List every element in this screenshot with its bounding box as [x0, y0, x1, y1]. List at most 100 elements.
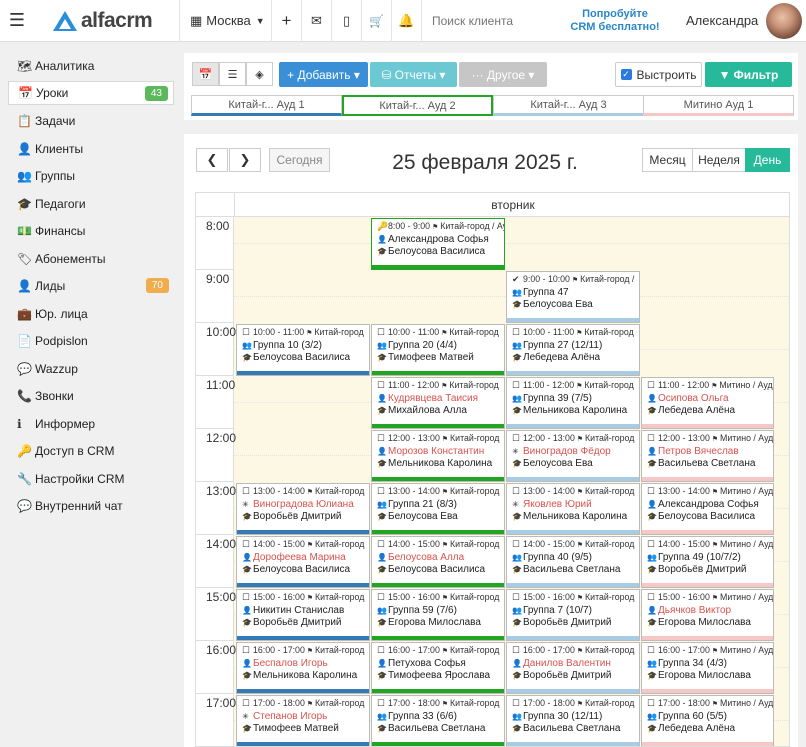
lesson-card[interactable]: ☐ 14:00 - 15:00 ⚑ Китай-город 👤Дорофеева М… — [236, 536, 370, 588]
lesson-card[interactable]: ☐ 17:00 - 18:00 ⚑ Митино / Ауд 👥Группа 60 … — [641, 695, 774, 746]
lesson-card[interactable]: ☐ 10:00 - 11:00 ⚑ Китай-город 👥Группа 27 (… — [506, 324, 640, 376]
search-input[interactable] — [432, 13, 550, 28]
sidebar-item-15[interactable]: 🔧 Настройки CRM — [8, 467, 174, 491]
calendar-view-button[interactable]: 📅 — [192, 62, 219, 86]
list-view-button[interactable]: ☰ — [219, 62, 246, 86]
lesson-teacher[interactable]: Белоусова Василиса — [388, 246, 485, 257]
lesson-participant[interactable]: Данилов Валентин — [523, 658, 611, 669]
lesson-card[interactable]: ☐ 16:00 - 17:00 ⚑ Китай-город 👤Петухова Со… — [371, 642, 505, 694]
lesson-participant[interactable]: Группа 20 (4/4) — [388, 340, 457, 351]
lesson-teacher[interactable]: Васильева Светлана — [388, 723, 485, 734]
lesson-teacher[interactable]: Тимофеев Матвей — [388, 352, 474, 363]
layers-view-button[interactable]: ◈ — [246, 62, 273, 86]
sidebar-item-6[interactable]: 💵 Финансы — [8, 219, 174, 243]
prev-day-button[interactable]: ❮ — [196, 148, 228, 172]
lesson-teacher[interactable]: Мельникова Каролина — [523, 405, 627, 416]
lesson-teacher[interactable]: Мельникова Каролина — [388, 458, 492, 469]
lesson-teacher[interactable]: Белоусова Ева — [523, 458, 593, 469]
add-icon[interactable]: + — [272, 0, 302, 42]
lesson-card[interactable]: ☐ 15:00 - 16:00 ⚑ Китай-город 👥Группа 7 (1… — [506, 589, 640, 641]
lesson-teacher[interactable]: Белоусова Василиса — [658, 511, 755, 522]
month-view-button[interactable]: Месяц — [642, 148, 693, 172]
lesson-participant[interactable]: Группа 47 — [523, 287, 569, 298]
lesson-card[interactable]: ☐ 15:00 - 16:00 ⚑ Китай-город 👤Никитин Ста… — [236, 589, 370, 641]
sidebar-item-4[interactable]: 👥 Группы — [8, 164, 174, 188]
sidebar-item-0[interactable]: 🗺 Аналитика — [8, 54, 174, 78]
lesson-participant[interactable]: Виноградова Юлиана — [253, 499, 354, 510]
lesson-card[interactable]: ☐ 13:00 - 14:00 ⚑ Китай-город 👥Группа 21 (… — [371, 483, 505, 535]
lesson-card[interactable]: 🔑8:00 - 9:00 ⚑ Китай-город / Ау 👤Александ… — [371, 218, 505, 270]
lesson-card[interactable]: ☐ 17:00 - 18:00 ⚑ Китай-город ✳ Степанов Иг… — [236, 695, 370, 746]
lesson-card[interactable]: ☐ 17:00 - 18:00 ⚑ Китай-город 👥Группа 33 (… — [371, 695, 505, 746]
lesson-card[interactable]: ☐ 14:00 - 15:00 ⚑ Митино / Ауд 👥Группа 49 … — [641, 536, 774, 588]
lesson-participant[interactable]: Группа 59 (7/6) — [388, 605, 457, 616]
lesson-participant[interactable]: Яковлев Юрий — [523, 499, 592, 510]
sidebar-item-10[interactable]: 📄 Podpislon — [8, 329, 174, 353]
room-tab-0[interactable]: Китай-г... Ауд 1 — [191, 95, 342, 116]
lesson-teacher[interactable]: Лебедева Алёна — [658, 723, 735, 734]
lesson-card[interactable]: ✔ 9:00 - 10:00 ⚑ Китай-город / 👥Группа 47 🎓… — [506, 271, 640, 323]
menu-icon[interactable]: ☰ — [0, 0, 34, 42]
avatar[interactable] — [766, 2, 803, 39]
sidebar-item-12[interactable]: 📞 Звонки — [8, 384, 174, 408]
lesson-card[interactable]: ☐ 13:00 - 14:00 ⚑ Китай-город ✳ Виноградова… — [236, 483, 370, 535]
lesson-card[interactable]: ☐ 12:00 - 13:00 ⚑ Китай-город 👤Морозов Кон… — [371, 430, 505, 482]
lesson-participant[interactable]: Петухова Софья — [388, 658, 466, 669]
week-view-button[interactable]: Неделя — [692, 148, 746, 172]
lesson-participant[interactable]: Группа 33 (6/6) — [388, 711, 457, 722]
lesson-card[interactable]: ☐ 10:00 - 11:00 ⚑ Китай-город 👥Группа 10 (… — [236, 324, 370, 376]
lesson-teacher[interactable]: Белоусова Василиса — [253, 352, 350, 363]
lesson-participant[interactable]: Группа 49 (10/7/2) — [658, 552, 741, 563]
sidebar-item-3[interactable]: 👤 Клиенты — [8, 137, 174, 161]
lesson-teacher[interactable]: Воробьёв Дмитрий — [658, 564, 747, 575]
lesson-participant[interactable]: Петров Вячеслав — [658, 446, 739, 457]
lesson-participant[interactable]: Дорофеева Марина — [253, 552, 346, 563]
lesson-teacher[interactable]: Воробьёв Дмитрий — [523, 617, 612, 628]
lesson-card[interactable]: ☐ 11:00 - 12:00 ⚑ Китай-город 👥Группа 39 (… — [506, 377, 640, 429]
lesson-participant[interactable]: Группа 7 (10/7) — [523, 605, 592, 616]
lesson-participant[interactable]: Виноградов Фёдор — [523, 446, 611, 457]
lesson-participant[interactable]: Морозов Константин — [388, 446, 484, 457]
sidebar-item-1[interactable]: 📅 Уроки 43 — [8, 81, 174, 105]
lesson-card[interactable]: ☐ 13:00 - 14:00 ⚑ Китай-город ✳ Яковлев Юри… — [506, 483, 640, 535]
filter-button[interactable]: ▼ Фильтр — [705, 62, 792, 87]
lesson-participant[interactable]: Кудрявцева Таисия — [388, 393, 478, 404]
lesson-participant[interactable]: Степанов Игорь — [253, 711, 327, 722]
lesson-teacher[interactable]: Белоусова Ева — [523, 299, 593, 310]
lesson-teacher[interactable]: Егорова Милослава — [658, 670, 751, 681]
lesson-teacher[interactable]: Васильева Светлана — [523, 564, 620, 575]
lesson-participant[interactable]: Группа 34 (4/3) — [658, 658, 727, 669]
next-day-button[interactable]: ❯ — [229, 148, 261, 172]
search-box[interactable] — [422, 0, 550, 42]
user-name[interactable]: Александра — [686, 13, 758, 28]
lesson-teacher[interactable]: Лебедева Алёна — [523, 352, 600, 363]
lesson-teacher[interactable]: Белоусова Василиса — [388, 564, 485, 575]
sidebar-item-8[interactable]: 👤 Лиды 70 — [8, 274, 174, 298]
lesson-participant[interactable]: Группа 40 (9/5) — [523, 552, 592, 563]
lesson-teacher[interactable]: Воробьёв Дмитрий — [253, 617, 342, 628]
add-button[interactable]: + Добавить ▾ — [279, 62, 368, 87]
room-tab-1[interactable]: Китай-г... Ауд 2 — [342, 95, 493, 116]
lesson-card[interactable]: ☐ 11:00 - 12:00 ⚑ Китай-город 👤Кудрявцева … — [371, 377, 505, 429]
sidebar-item-7[interactable]: 🏷 Абонементы — [8, 247, 174, 271]
checkbox-icon[interactable]: ✓ — [620, 69, 632, 80]
lesson-card[interactable]: ☐ 16:00 - 17:00 ⚑ Китай-город 👤Беспалов Иг… — [236, 642, 370, 694]
lesson-participant[interactable]: Группа 10 (3/2) — [253, 340, 322, 351]
lesson-teacher[interactable]: Мельникова Каролина — [253, 670, 357, 681]
cart-icon[interactable]: 🛒 — [362, 0, 392, 42]
lesson-card[interactable]: ☐ 11:00 - 12:00 ⚑ Митино / Ауд 👤Осипова Ол… — [641, 377, 774, 429]
bell-icon[interactable]: 🔔 — [392, 0, 422, 42]
sidebar-item-13[interactable]: ℹ Информер — [8, 412, 174, 436]
reports-button[interactable]: ⛁ Отчеты ▾ — [370, 62, 457, 87]
lesson-teacher[interactable]: Егорова Милослава — [388, 617, 481, 628]
lesson-participant[interactable]: Беспалов Игорь — [253, 658, 328, 669]
try-free-link[interactable]: Попробуйте CRM бесплатно! — [550, 8, 680, 34]
lesson-card[interactable]: ☐ 14:00 - 15:00 ⚑ Китай-город 👤Белоусова А… — [371, 536, 505, 588]
city-select[interactable]: ▦ Москва ▼ — [180, 0, 272, 42]
lesson-teacher[interactable]: Белоусова Ева — [388, 511, 458, 522]
lesson-teacher[interactable]: Егорова Милослава — [658, 617, 751, 628]
other-button[interactable]: ··· Другое ▾ — [459, 62, 547, 87]
lesson-participant[interactable]: Дьячков Виктор — [658, 605, 731, 616]
mail-icon[interactable]: ✉ — [302, 0, 332, 42]
hide-toggle[interactable]: ✓ Выстроить — [615, 62, 702, 87]
